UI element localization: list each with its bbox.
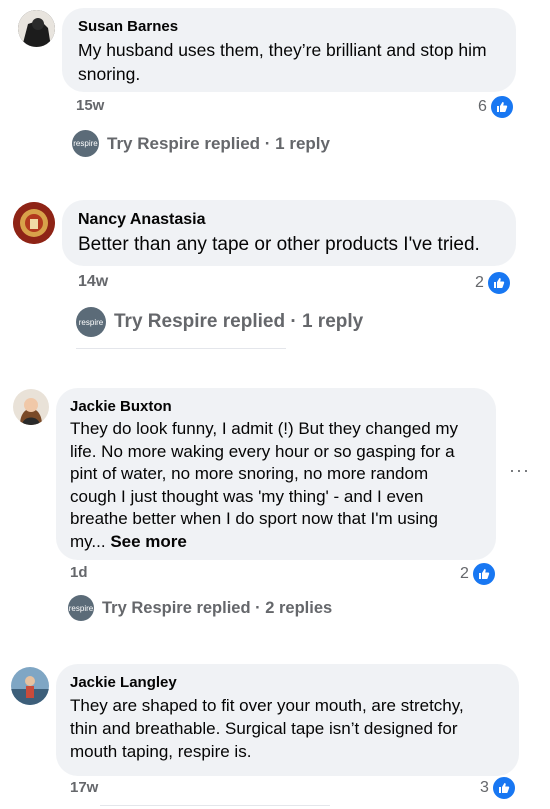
avatar[interactable] [11,667,49,705]
replies-label: Try Respire replied · 1 reply [107,133,330,153]
view-replies-button[interactable]: respire Try Respire replied · 2 replies [68,595,332,621]
comment-nancy-anastasia: Nancy Anastasia Better than any tape or … [0,190,550,360]
comment-text-line: They do look funny, I admit (!) But they… [70,419,459,438]
avatar[interactable] [13,202,55,244]
more-options-icon[interactable]: ··· [509,460,530,481]
comment-author[interactable]: Nancy Anastasia [78,211,500,229]
comment-text-line: pint of water, no more snoring, no more … [70,464,429,483]
view-replies-button[interactable]: respire Try Respire replied · 1 reply [76,307,363,337]
thumbs-up-icon [470,561,497,587]
divider [100,805,330,806]
comment-author[interactable]: Jackie Buxton [70,398,482,415]
comment-text-line: life. No more waking every hour or so ga… [70,441,455,461]
comment-text-line: mouth taping, respire is. [70,742,252,761]
comment-bubble: Jackie Buxton They do look funny, I admi… [56,388,496,560]
reaction-count-text: 2 [460,565,469,582]
comment-text: My husband uses them, they’re brilliant … [78,38,500,86]
comment-susan-barnes: Susan Barnes My husband uses them, they’… [0,0,550,170]
respire-avatar: respire [68,595,94,621]
reaction-count[interactable]: 3 [480,775,517,801]
respire-avatar: respire [76,307,106,337]
see-more-link[interactable]: See more [110,532,187,551]
avatar[interactable] [18,10,55,47]
avatar[interactable] [13,389,49,425]
view-replies-button[interactable]: respire Try Respire replied · 1 reply [72,130,330,157]
comment-text-line: They are shaped to fit over your mouth, … [70,696,464,715]
reaction-count[interactable]: 2 [475,270,512,296]
comment-text: They do look funny, I admit (!) But they… [70,418,482,553]
reaction-count-text: 6 [478,98,487,115]
comment-jackie-buxton: Jackie Buxton They do look funny, I admi… [0,380,550,640]
comment-text-line: thin and breathable. Surgical tape isn’t… [70,719,458,738]
divider [76,348,286,349]
comment-timestamp[interactable]: 14w [78,273,108,291]
comment-timestamp[interactable]: 1d [70,564,88,581]
replies-label: Try Respire replied · 2 replies [102,598,333,617]
reaction-count[interactable]: 2 [460,561,497,587]
comment-text: They are shaped to fit over your mouth, … [70,694,505,763]
reaction-count-text: 3 [480,779,489,796]
replies-label: Try Respire replied · 1 reply [114,311,364,332]
comment-text-line: snoring. [78,64,141,84]
comment-bubble: Jackie Langley They are shaped to fit ov… [56,664,519,776]
comment-author[interactable]: Susan Barnes [78,18,500,35]
comment-bubble: Nancy Anastasia Better than any tape or … [62,200,516,266]
comment-bubble: Susan Barnes My husband uses them, they’… [62,8,516,92]
comment-jackie-langley: Jackie Langley They are shaped to fit ov… [0,655,550,809]
respire-avatar: respire [72,130,99,157]
comment-text-line: breathe better when I do sport now that … [70,509,439,528]
truncated-text: my... [70,531,106,551]
reaction-count-text: 2 [475,274,484,291]
reaction-count[interactable]: 6 [478,94,515,120]
thumbs-up-icon [488,94,515,120]
thumbs-up-icon [490,775,517,801]
comment-author[interactable]: Jackie Langley [70,674,505,691]
comment-text-line: my... See more [70,531,482,554]
thumbs-up-icon [485,270,512,296]
comment-text-line: My husband uses them, they’re brilliant … [78,40,487,60]
comment-text: Better than any tape or other products I… [78,234,480,255]
comment-timestamp[interactable]: 15w [76,97,104,114]
comment-text-line: cough I just thought was 'my thing' - an… [70,486,424,506]
comment-timestamp[interactable]: 17w [70,779,98,796]
